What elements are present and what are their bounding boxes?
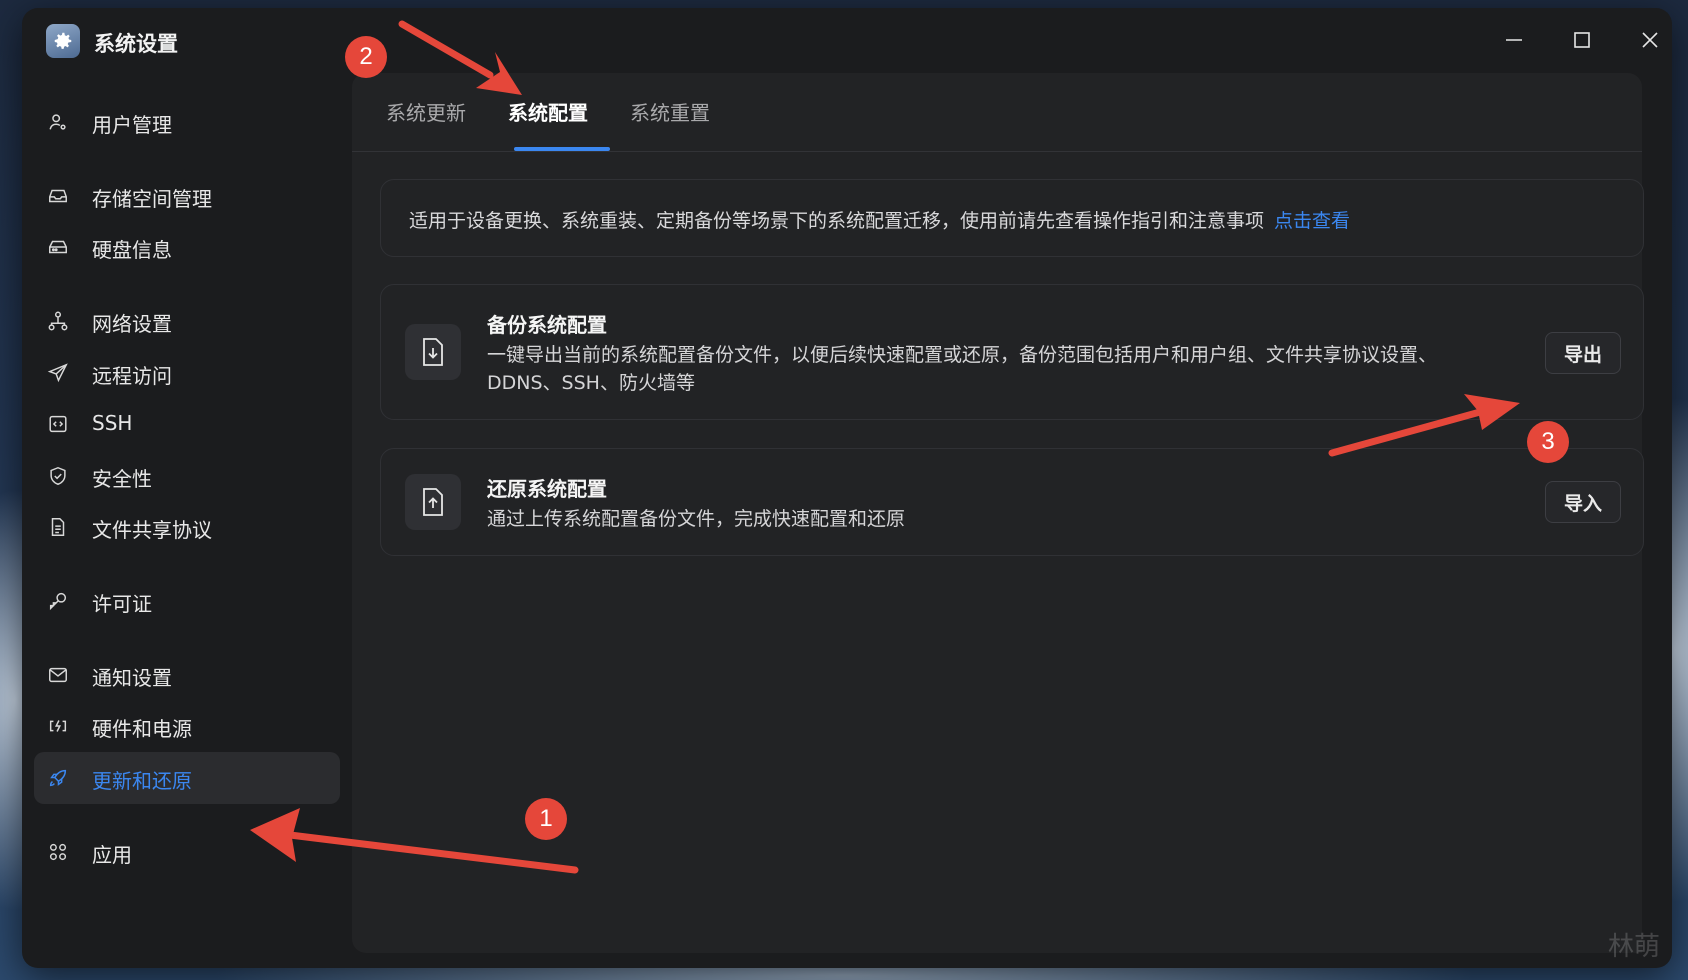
sidebar: 用户管理 存储空间管理 硬盘信息 网络设置 远程访问 SSH 安全性 文件共享协… — [22, 72, 350, 968]
sidebar-item-label: 安全性 — [92, 467, 152, 491]
sidebar-item-label: 应用 — [92, 843, 132, 867]
sidebar-item-label: 通知设置 — [92, 666, 172, 690]
sidebar-item-label: 更新和还原 — [92, 769, 192, 793]
sidebar-item-hardware-power[interactable]: 硬件和电源 — [34, 700, 340, 752]
sidebar-item-apps[interactable]: 应用 — [34, 826, 340, 878]
tab-system-config[interactable]: 系统配置 — [508, 97, 588, 126]
view-guide-link[interactable]: 点击查看 — [1274, 210, 1350, 232]
apps-icon — [47, 841, 69, 863]
tab-system-reset[interactable]: 系统重置 — [630, 97, 710, 126]
gear-icon — [46, 24, 80, 58]
restore-description: 通过上传系统配置备份文件，完成快速配置和还原 — [487, 508, 906, 530]
minimize-button[interactable] — [1492, 22, 1536, 58]
title-bar[interactable]: 系统设置 — [22, 8, 1672, 72]
close-button[interactable] — [1628, 22, 1672, 58]
sidebar-item-ssh[interactable]: SSH — [34, 398, 340, 450]
sidebar-item-user-management[interactable]: 用户管理 — [34, 96, 340, 148]
sidebar-item-label: 硬盘信息 — [92, 238, 172, 262]
window-title: 系统设置 — [94, 32, 178, 56]
sidebar-item-label: SSH — [92, 411, 133, 435]
maximize-icon — [1574, 32, 1590, 48]
network-icon — [47, 310, 69, 332]
send-icon — [47, 362, 69, 384]
maximize-button[interactable] — [1560, 22, 1604, 58]
sidebar-item-notifications[interactable]: 通知设置 — [34, 649, 340, 701]
sidebar-item-label: 远程访问 — [92, 364, 172, 388]
annotation-badge-2: 2 — [345, 36, 387, 78]
watermark: 林萌 — [1608, 932, 1661, 962]
backup-config-card: 备份系统配置 一键导出当前的系统配置备份文件，以便后续快速配置或还原，备份范围包… — [380, 284, 1644, 420]
rocket-icon — [47, 767, 69, 789]
sidebar-item-network[interactable]: 网络设置 — [34, 295, 340, 347]
sidebar-item-label: 硬件和电源 — [92, 717, 192, 741]
restore-title: 还原系统配置 — [487, 477, 607, 501]
info-text: 适用于设备更换、系统重装、定期备份等场景下的系统配置迁移，使用前请先查看操作指引… — [409, 206, 1350, 233]
shield-icon — [47, 465, 69, 487]
sidebar-item-license[interactable]: 许可证 — [34, 575, 340, 627]
file-upload-icon — [405, 474, 461, 530]
sidebar-item-disk-info[interactable]: 硬盘信息 — [34, 221, 340, 273]
user-icon — [47, 111, 69, 133]
sidebar-item-label: 网络设置 — [92, 312, 172, 336]
disk-icon — [47, 236, 69, 258]
sidebar-item-storage[interactable]: 存储空间管理 — [34, 170, 340, 222]
mail-icon — [47, 664, 69, 686]
sidebar-item-label: 文件共享协议 — [92, 518, 212, 542]
backup-title: 备份系统配置 — [487, 313, 607, 337]
sidebar-item-remote-access[interactable]: 远程访问 — [34, 347, 340, 399]
sidebar-item-label: 许可证 — [92, 592, 152, 616]
settings-window: 系统设置 用户管理 存储空间管理 硬盘信息 网络设置 远程访问 SSH 安全性 … — [22, 8, 1672, 968]
document-icon — [47, 516, 69, 538]
key-icon — [47, 590, 69, 612]
backup-description: 一键导出当前的系统配置备份文件，以便后续快速配置或还原，备份范围包括用户和用户组… — [487, 344, 1438, 394]
tab-system-update[interactable]: 系统更新 — [386, 97, 466, 126]
info-banner: 适用于设备更换、系统重装、定期备份等场景下的系统配置迁移，使用前请先查看操作指引… — [380, 179, 1644, 257]
minimize-icon — [1506, 39, 1522, 41]
import-button[interactable]: 导入 — [1545, 481, 1621, 523]
power-icon — [47, 715, 69, 737]
sidebar-item-label: 用户管理 — [92, 113, 172, 137]
info-description: 适用于设备更换、系统重装、定期备份等场景下的系统配置迁移，使用前请先查看操作指引… — [409, 210, 1265, 232]
storage-icon — [47, 185, 69, 207]
restore-config-card: 还原系统配置 通过上传系统配置备份文件，完成快速配置和还原 导入 — [380, 448, 1644, 556]
sidebar-item-label: 存储空间管理 — [92, 187, 212, 211]
export-button[interactable]: 导出 — [1545, 332, 1621, 374]
active-tab-indicator — [514, 147, 610, 151]
close-icon — [1642, 32, 1658, 48]
annotation-badge-3: 3 — [1527, 421, 1569, 463]
sidebar-item-file-sharing[interactable]: 文件共享协议 — [34, 501, 340, 553]
tab-bar: 系统更新 系统配置 系统重置 — [352, 73, 1642, 152]
sidebar-item-security[interactable]: 安全性 — [34, 450, 340, 502]
file-download-icon — [405, 324, 461, 380]
annotation-badge-1: 1 — [525, 798, 567, 840]
terminal-icon — [47, 413, 69, 435]
sidebar-item-update-restore[interactable]: 更新和还原 — [34, 752, 340, 804]
